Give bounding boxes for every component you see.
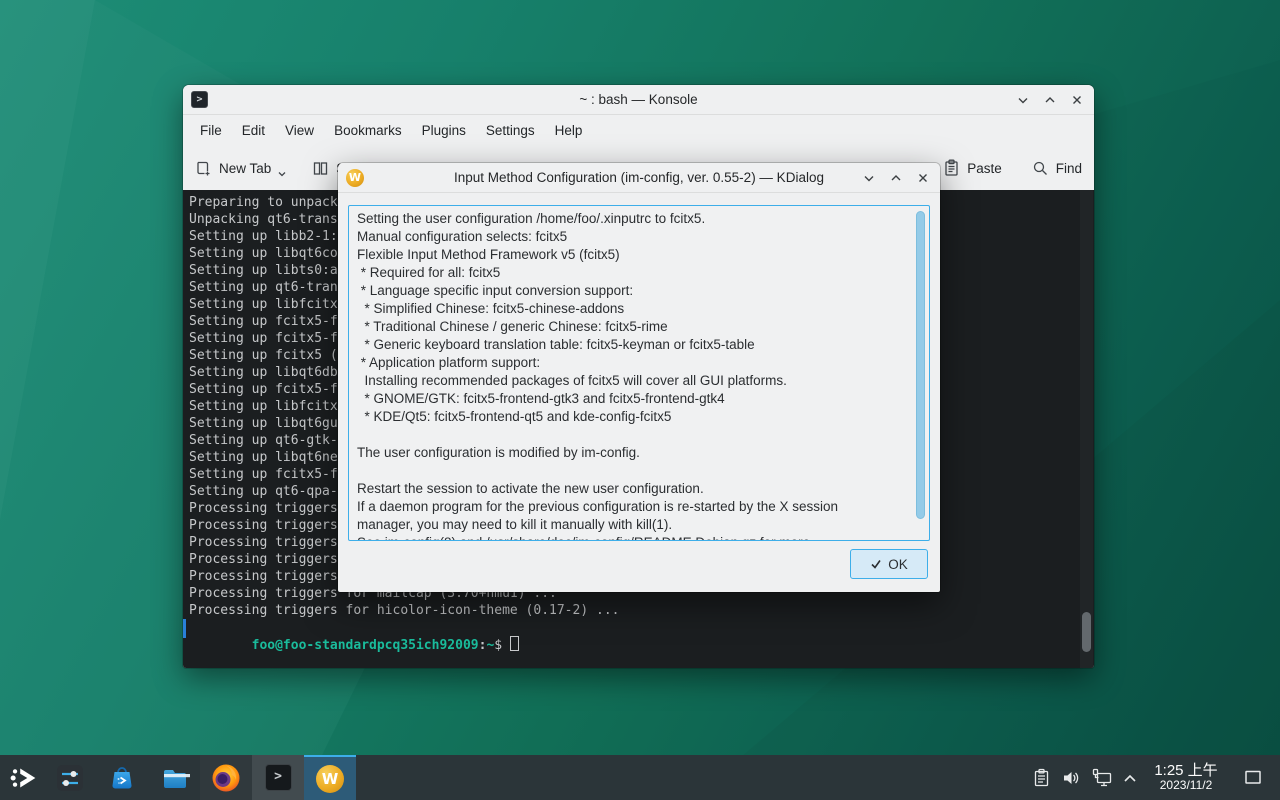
- paste-icon: [943, 159, 960, 177]
- konsole-window-title: ~ : bash — Konsole: [183, 92, 1094, 107]
- kdialog-window: W Input Method Configuration (im-config,…: [338, 163, 940, 592]
- discover-button[interactable]: [105, 755, 139, 800]
- system-settings-icon: [55, 763, 85, 793]
- prompt-marker: [183, 619, 186, 638]
- kdialog-app-icon: W: [346, 169, 364, 187]
- dialog-text-line: * Simplified Chinese: fcitx5-chinese-add…: [357, 300, 921, 318]
- chevron-up-icon: [1122, 772, 1138, 784]
- menu-item[interactable]: Help: [545, 118, 593, 143]
- speaker-icon: [1061, 768, 1081, 788]
- dialog-text-line: * Generic keyboard translation table: fc…: [357, 336, 921, 354]
- new-tab-icon: [195, 160, 212, 177]
- terminal-scrollbar[interactable]: [1080, 190, 1093, 668]
- dialog-text-line: Restart the session to activate the new …: [357, 480, 921, 498]
- dialog-text-line: Installing recommended packages of fcitx…: [357, 372, 921, 390]
- system-settings-button[interactable]: [53, 755, 87, 800]
- discover-icon: [107, 763, 137, 793]
- dialog-text-line: * GNOME/GTK: fcitx5-frontend-gtk3 and fc…: [357, 390, 921, 408]
- konsole-icon: >: [265, 764, 292, 791]
- task-konsole[interactable]: >: [252, 755, 304, 800]
- digital-clock[interactable]: 1:25 上午 2023/11/2: [1145, 755, 1227, 800]
- paste-button[interactable]: Paste: [943, 159, 1002, 177]
- file-manager-button[interactable]: [158, 755, 192, 800]
- menu-item[interactable]: Bookmarks: [324, 118, 412, 143]
- terminal-scrollbar-thumb[interactable]: [1082, 612, 1091, 652]
- show-desktop-icon: [1243, 769, 1263, 786]
- maximize-icon[interactable]: [1041, 91, 1059, 109]
- menu-item[interactable]: Settings: [476, 118, 545, 143]
- menu-item[interactable]: Plugins: [412, 118, 476, 143]
- dialog-text-line: * KDE/Qt5: fcitx5-frontend-qt5 and kde-c…: [357, 408, 921, 426]
- application-launcher-button[interactable]: [2, 755, 46, 800]
- terminal-line: Processing triggers for hicolor-icon-the…: [189, 602, 1094, 619]
- close-icon[interactable]: [914, 169, 932, 187]
- clipboard-icon: [1032, 768, 1051, 788]
- dialog-text-line: Flexible Input Method Framework v5 (fcit…: [357, 246, 921, 264]
- task-kdialog-active[interactable]: W: [304, 755, 356, 800]
- menu-item[interactable]: Edit: [232, 118, 275, 143]
- dialog-text-area[interactable]: Setting the user configuration /home/foo…: [348, 205, 930, 541]
- dialog-text-line: If a daemon program for the previous con…: [357, 498, 921, 516]
- chevron-down-icon: [278, 171, 286, 177]
- menu-item[interactable]: View: [275, 118, 324, 143]
- menu-item[interactable]: File: [190, 118, 232, 143]
- konsole-menubar: File Edit View Bookmarks Plugins Setting…: [183, 115, 1094, 146]
- taskbar: > W: [0, 755, 1280, 800]
- dialog-text-line: * Required for all: fcitx5: [357, 264, 921, 282]
- konsole-app-icon: >: [191, 91, 208, 108]
- kdialog-titlebar[interactable]: W Input Method Configuration (im-config,…: [338, 163, 940, 193]
- dialog-text-line: * Language specific input conversion sup…: [357, 282, 921, 300]
- new-tab-button[interactable]: New Tab: [195, 159, 286, 177]
- minimize-icon[interactable]: [1014, 91, 1032, 109]
- split-view-icon: [312, 160, 329, 177]
- minimize-icon[interactable]: [860, 169, 878, 187]
- tray-expander-button[interactable]: [1118, 755, 1142, 800]
- dialog-text-line: * Application platform support:: [357, 354, 921, 372]
- firefox-icon: [210, 762, 242, 794]
- maximize-icon[interactable]: [887, 169, 905, 187]
- clock-time: 1:25 上午: [1154, 762, 1217, 779]
- prompt-user-host: foo@foo-standardpcq35ich92009: [252, 638, 479, 653]
- folder-icon: [160, 763, 190, 793]
- check-icon: [870, 558, 882, 570]
- ok-button[interactable]: OK: [850, 549, 928, 579]
- dialog-text-line: [357, 426, 921, 444]
- dialog-text-line: [357, 462, 921, 480]
- desktop: > ~ : bash — Konsole File Edit V: [0, 0, 1280, 800]
- terminal-cursor: [510, 636, 519, 651]
- find-icon: [1032, 160, 1049, 177]
- konsole-titlebar[interactable]: > ~ : bash — Konsole: [183, 85, 1094, 115]
- dialog-text-line: * Traditional Chinese / generic Chinese:…: [357, 318, 921, 336]
- wired-network-icon: [1091, 767, 1113, 788]
- shell-prompt-line: foo@foo-standardpcq35ich92009:~$: [189, 619, 1094, 636]
- dialog-text-line: Setting the user configuration /home/foo…: [357, 210, 921, 228]
- network-tray-button[interactable]: [1088, 755, 1116, 800]
- dialog-text-line: See im-config(8) and /usr/share/doc/im-c…: [357, 534, 921, 541]
- kdialog-window-title: Input Method Configuration (im-config, v…: [338, 170, 940, 185]
- clipboard-tray-button[interactable]: [1028, 755, 1054, 800]
- dialog-text-line: The user configuration is modified by im…: [357, 444, 921, 462]
- show-desktop-button[interactable]: [1238, 755, 1268, 800]
- volume-tray-button[interactable]: [1058, 755, 1084, 800]
- dialog-scrollbar-thumb[interactable]: [916, 211, 925, 519]
- task-firefox[interactable]: [200, 755, 252, 800]
- close-icon[interactable]: [1068, 91, 1086, 109]
- dialog-text-line: Manual configuration selects: fcitx5: [357, 228, 921, 246]
- clock-date: 2023/11/2: [1160, 779, 1213, 793]
- application-launcher-icon: [7, 761, 41, 795]
- kdialog-w-icon: W: [316, 765, 344, 793]
- dialog-text-line: manager, you may need to kill it manuall…: [357, 516, 921, 534]
- find-button[interactable]: Find: [1032, 159, 1082, 177]
